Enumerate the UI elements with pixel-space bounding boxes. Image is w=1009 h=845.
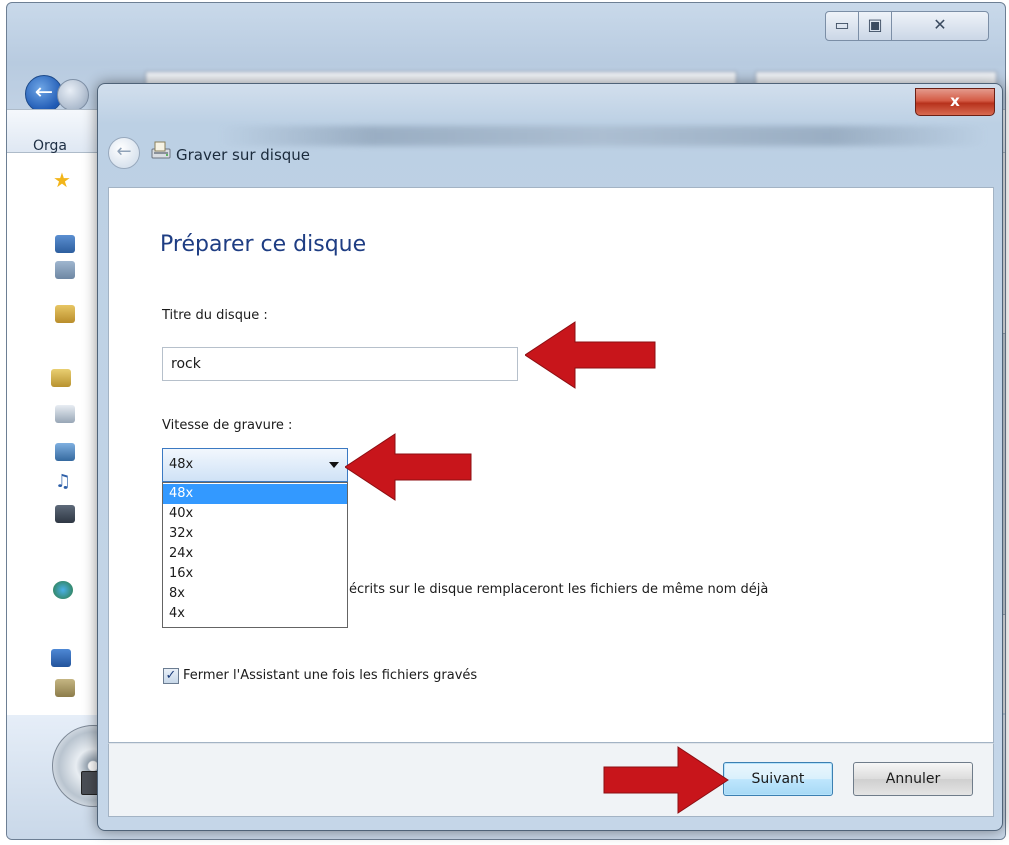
cancel-button[interactable]: Annuler: [853, 762, 973, 796]
close-wizard-label[interactable]: Fermer l'Assistant une fois les fichiers…: [183, 668, 477, 683]
annotation-arrow-right-icon: [603, 746, 729, 814]
wizard-content: Préparer ce disque Titre du disque : Vit…: [108, 187, 994, 743]
close-wizard-checkbox[interactable]: ✓: [163, 668, 179, 684]
burn-disc-icon: [150, 140, 172, 160]
recording-speed-value: 48x: [169, 457, 194, 472]
speed-option[interactable]: 40x: [163, 504, 347, 524]
next-button[interactable]: Suivant: [723, 762, 833, 796]
libraries-icon[interactable]: [51, 369, 71, 387]
favorites-star-icon[interactable]: ★: [53, 170, 73, 190]
dialog-close-button[interactable]: x: [915, 88, 995, 116]
computer-icon[interactable]: [51, 649, 71, 667]
explorer-close-button[interactable]: ✕: [891, 11, 989, 41]
maximize-button[interactable]: ▣: [858, 11, 892, 41]
videos-icon[interactable]: [55, 505, 75, 523]
burn-disc-dialog: x ← Graver sur disque Préparer ce disque…: [97, 83, 1003, 831]
recent-places-icon[interactable]: [55, 305, 75, 323]
disc-title-label: Titre du disque :: [162, 308, 268, 323]
recording-speed-label: Vitesse de gravure :: [162, 418, 293, 433]
documents-icon[interactable]: [55, 405, 75, 423]
desktop-icon[interactable]: [55, 235, 75, 253]
downloads-icon[interactable]: [55, 261, 75, 279]
explorer-forward-icon[interactable]: [57, 79, 89, 111]
dialog-footer: Suivant Annuler: [108, 743, 994, 817]
network-drive-icon[interactable]: [55, 679, 75, 697]
annotation-arrow-left-icon: [525, 321, 656, 389]
organize-menu[interactable]: Orga: [33, 138, 67, 154]
minimize-button[interactable]: ▭: [825, 11, 859, 41]
chevron-down-icon[interactable]: [329, 462, 339, 468]
music-icon[interactable]: ♫: [55, 473, 75, 491]
page-title: Préparer ce disque: [160, 232, 367, 257]
pictures-icon[interactable]: [55, 443, 75, 461]
disc-title-input[interactable]: [162, 347, 518, 381]
dialog-title: Graver sur disque: [176, 146, 311, 164]
speed-option[interactable]: 16x: [163, 564, 347, 584]
speed-option[interactable]: 48x: [163, 484, 347, 504]
speed-option[interactable]: 4x: [163, 604, 347, 624]
speed-option[interactable]: 32x: [163, 524, 347, 544]
recording-speed-dropdown[interactable]: 48x: [162, 448, 348, 482]
annotation-arrow-left-icon: [345, 433, 472, 501]
recording-speed-options: 48x 40x 32x 24x 16x 8x 4x: [162, 482, 348, 628]
overwrite-option-text: écrits sur le disque remplaceront les fi…: [349, 582, 769, 597]
speed-option[interactable]: 8x: [163, 584, 347, 604]
homegroup-icon[interactable]: [53, 581, 73, 599]
explorer-navigation-pane: ★ ♫: [7, 153, 103, 813]
speed-option[interactable]: 24x: [163, 544, 347, 564]
blurred-background-toolbar: [218, 126, 988, 146]
back-arrow-icon[interactable]: ←: [108, 137, 140, 169]
